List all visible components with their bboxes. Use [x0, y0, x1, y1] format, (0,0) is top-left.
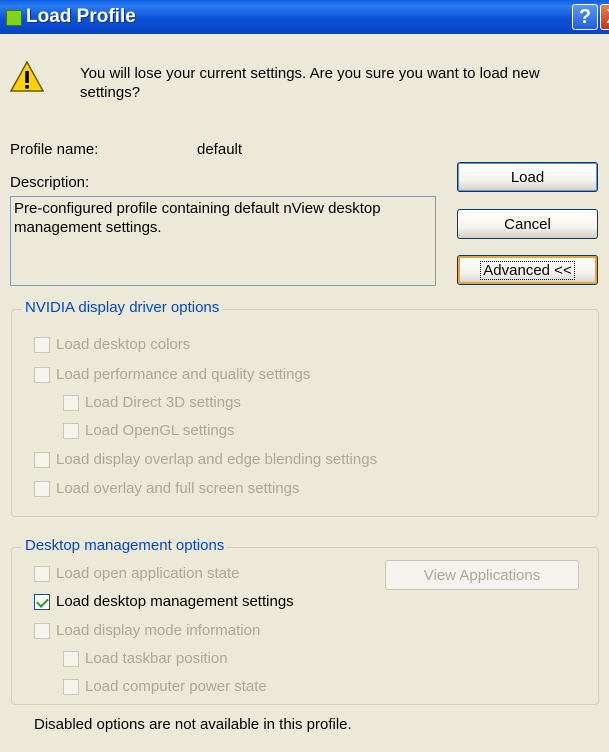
checkbox-load-performance-quality[interactable]: Load performance and quality settings	[34, 366, 310, 383]
checkbox-load-desktop-management[interactable]: Load desktop management settings	[34, 593, 294, 610]
advanced-button[interactable]: Advanced <<	[457, 255, 598, 285]
checkbox-label: Load computer power state	[85, 678, 267, 695]
profile-name-value: default	[197, 141, 243, 158]
checkbox-box[interactable]	[34, 480, 50, 497]
advanced-button-label: Advanced <<	[480, 260, 575, 280]
checkbox-box[interactable]	[63, 650, 79, 667]
checkbox-box[interactable]	[34, 336, 50, 353]
checkbox-label: Load desktop colors	[56, 336, 191, 353]
checkbox-label: Load open application state	[56, 565, 240, 582]
warning-icon	[10, 60, 44, 92]
checkbox-label: Load display mode information	[56, 622, 261, 639]
checkbox-label: Load desktop management settings	[56, 593, 294, 610]
checkbox-load-direct3d[interactable]: Load Direct 3D settings	[63, 394, 241, 411]
desktop-management-legend: Desktop management options	[22, 537, 228, 554]
checkbox-label: Load Direct 3D settings	[85, 394, 241, 411]
checkbox-load-opengl[interactable]: Load OpenGL settings	[63, 422, 235, 439]
nvidia-options-legend: NVIDIA display driver options	[22, 299, 223, 316]
checkbox-box[interactable]	[63, 678, 79, 695]
checkbox-label: Load overlay and full screen settings	[56, 480, 300, 497]
checkbox-load-desktop-colors[interactable]: Load desktop colors	[34, 336, 190, 353]
description-label: Description:	[10, 174, 90, 191]
title-bar: Load Profile ? X	[0, 0, 609, 34]
checkbox-load-overlay-fullscreen[interactable]: Load overlay and full screen settings	[34, 480, 299, 497]
checkbox-box[interactable]	[34, 366, 50, 383]
checkbox-box[interactable]	[34, 593, 50, 610]
checkbox-label: Load performance and quality settings	[56, 366, 311, 383]
checkbox-box[interactable]	[34, 622, 50, 639]
checkbox-label: Load OpenGL settings	[85, 422, 235, 439]
checkbox-box[interactable]	[34, 565, 50, 582]
checkbox-load-taskbar-position[interactable]: Load taskbar position	[63, 650, 228, 667]
checkbox-label: Load display overlap and edge blending s…	[56, 451, 378, 468]
checkbox-label: Load taskbar position	[85, 650, 228, 667]
checkbox-load-power-state[interactable]: Load computer power state	[63, 678, 267, 695]
cancel-button[interactable]: Cancel	[457, 209, 598, 239]
checkbox-box[interactable]	[34, 451, 50, 468]
checkbox-load-overlap-blending[interactable]: Load display overlap and edge blending s…	[34, 451, 377, 468]
view-applications-button[interactable]: View Applications	[385, 560, 579, 590]
window-title: Load Profile	[26, 6, 136, 27]
load-button[interactable]: Load	[457, 162, 598, 192]
warning-message: You will lose your current settings. Are…	[80, 65, 540, 101]
profile-name-label: Profile name:	[10, 141, 99, 158]
footer-note: Disabled options are not available in th…	[34, 716, 352, 733]
checkbox-load-open-app-state[interactable]: Load open application state	[34, 565, 239, 582]
checkbox-load-display-mode[interactable]: Load display mode information	[34, 622, 260, 639]
description-box: Pre-configured profile containing defaul…	[10, 196, 436, 286]
checkbox-box[interactable]	[63, 422, 79, 439]
help-button[interactable]: ?	[572, 4, 598, 30]
close-button[interactable]: X	[600, 4, 609, 30]
checkbox-box[interactable]	[63, 394, 79, 411]
app-icon	[6, 10, 22, 26]
